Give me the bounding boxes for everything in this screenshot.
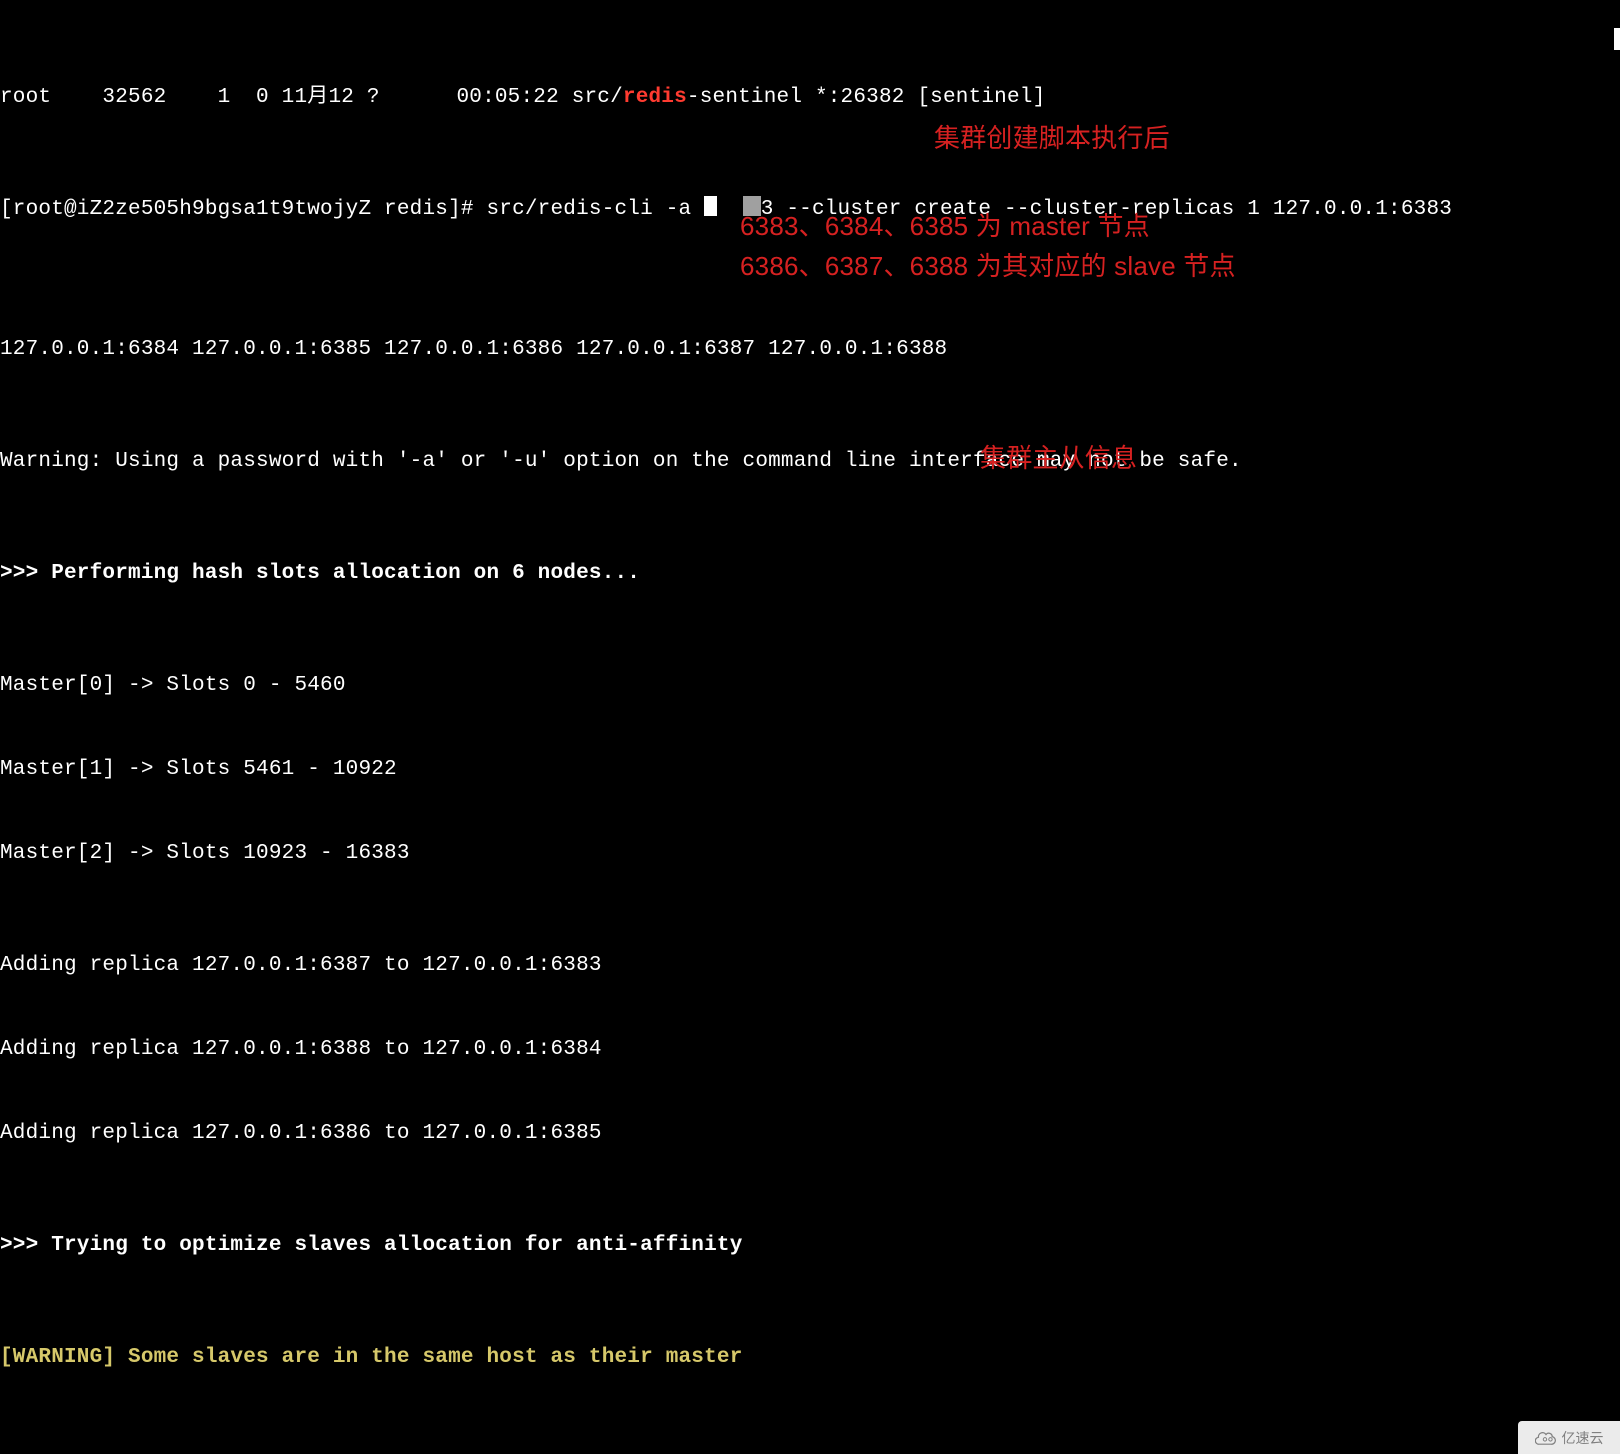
performing-header: >>> Performing hash slots allocation on … bbox=[0, 560, 1620, 588]
annotation-line2: 6386、6387、6388 为其对应的 slave 节点 bbox=[740, 251, 1236, 281]
watermark-badge: 亿速云 bbox=[1518, 1421, 1620, 1454]
password-warning-line: Warning: Using a password with '-a' or '… bbox=[0, 448, 1620, 476]
terminal-output[interactable]: root 32562 1 0 11月12 ? 00:05:22 src/redi… bbox=[0, 0, 1620, 1454]
master0-line: Master[0] -> Slots 0 - 5460 bbox=[0, 672, 1620, 700]
host-list-line: 127.0.0.1:6384 127.0.0.1:6385 127.0.0.1:… bbox=[0, 336, 1620, 364]
prompt-pre: [root@iZ2ze505h9bgsa1t9twojyZ redis]# sr… bbox=[0, 198, 704, 221]
master2-line: Master[2] -> Slots 10923 - 16383 bbox=[0, 840, 1620, 868]
annotation-master-slave-ports: 6383、6384、6385 为 master 节点 6386、6387、638… bbox=[740, 206, 1236, 287]
add-replica-2: Adding replica 127.0.0.1:6388 to 127.0.0… bbox=[0, 1036, 1620, 1064]
same-host-warning: [WARNING] Some slaves are in the same ho… bbox=[0, 1344, 1620, 1372]
annotation-script-executed: 集群创建脚本执行后 bbox=[934, 118, 1170, 158]
watermark-text: 亿速云 bbox=[1562, 1428, 1604, 1448]
annotation-line1: 6383、6384、6385 为 master 节点 bbox=[740, 211, 1150, 241]
cloud-icon bbox=[1535, 1430, 1557, 1446]
add-replica-3: Adding replica 127.0.0.1:6386 to 127.0.0… bbox=[0, 1120, 1620, 1148]
add-replica-1: Adding replica 127.0.0.1:6387 to 127.0.0… bbox=[0, 952, 1620, 980]
highlight-redis: redis bbox=[623, 86, 687, 109]
ps-output-line: root 32562 1 0 11月12 ? 00:05:22 src/redi… bbox=[0, 84, 1620, 112]
ps-post: -sentinel *:26382 [sentinel] bbox=[687, 86, 1045, 109]
optimize-header: >>> Trying to optimize slaves allocation… bbox=[0, 1232, 1620, 1260]
annotation-cluster-info: 集群主从信息 bbox=[980, 438, 1137, 478]
master1-line: Master[1] -> Slots 5461 - 10922 bbox=[0, 756, 1620, 784]
cursor-block-icon bbox=[704, 196, 717, 216]
ps-pre: root 32562 1 0 11月12 ? 00:05:22 src/ bbox=[0, 86, 623, 109]
line-wrap-indicator bbox=[1614, 28, 1620, 50]
